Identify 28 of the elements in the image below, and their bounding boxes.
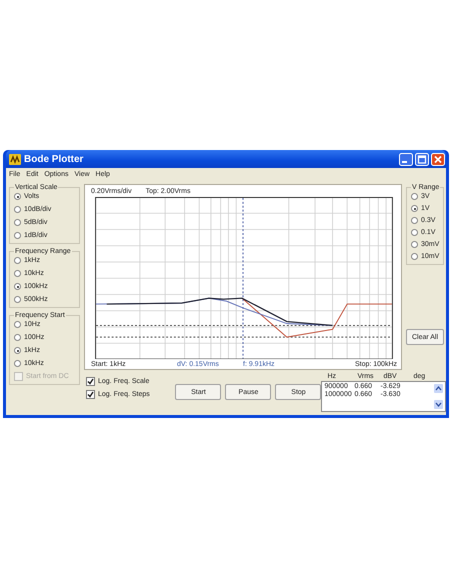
checkbox[interactable] (86, 377, 95, 386)
radio-button[interactable] (14, 206, 21, 213)
cursor-line[interactable] (242, 197, 244, 359)
maximize-icon[interactable] (415, 152, 429, 166)
close-icon[interactable] (431, 152, 445, 166)
radio-button[interactable] (14, 283, 21, 290)
minimize-icon[interactable] (399, 152, 413, 166)
radio-button[interactable] (411, 241, 418, 248)
window-title: Bode Plotter (24, 154, 84, 164)
radio-button[interactable] (14, 193, 21, 200)
radio-button[interactable] (14, 232, 21, 239)
radio-button[interactable] (411, 217, 418, 224)
radio-button[interactable] (411, 193, 418, 200)
radio-button[interactable] (14, 257, 21, 264)
scroll-up-icon[interactable] (434, 384, 443, 393)
scroll-down-icon[interactable] (434, 400, 443, 409)
radio-button[interactable] (14, 347, 21, 354)
radio-button[interactable] (14, 270, 21, 277)
checkbox[interactable] (86, 390, 95, 399)
radio-button[interactable] (14, 334, 21, 341)
radio-button[interactable] (14, 296, 21, 303)
radio-button[interactable] (14, 321, 21, 328)
radio-button[interactable] (411, 229, 418, 236)
app-logo-icon (9, 154, 21, 164)
radio-button[interactable] (411, 205, 418, 212)
radio-button[interactable] (14, 360, 21, 367)
radio-button[interactable] (14, 219, 21, 226)
radio-button[interactable] (411, 253, 418, 260)
